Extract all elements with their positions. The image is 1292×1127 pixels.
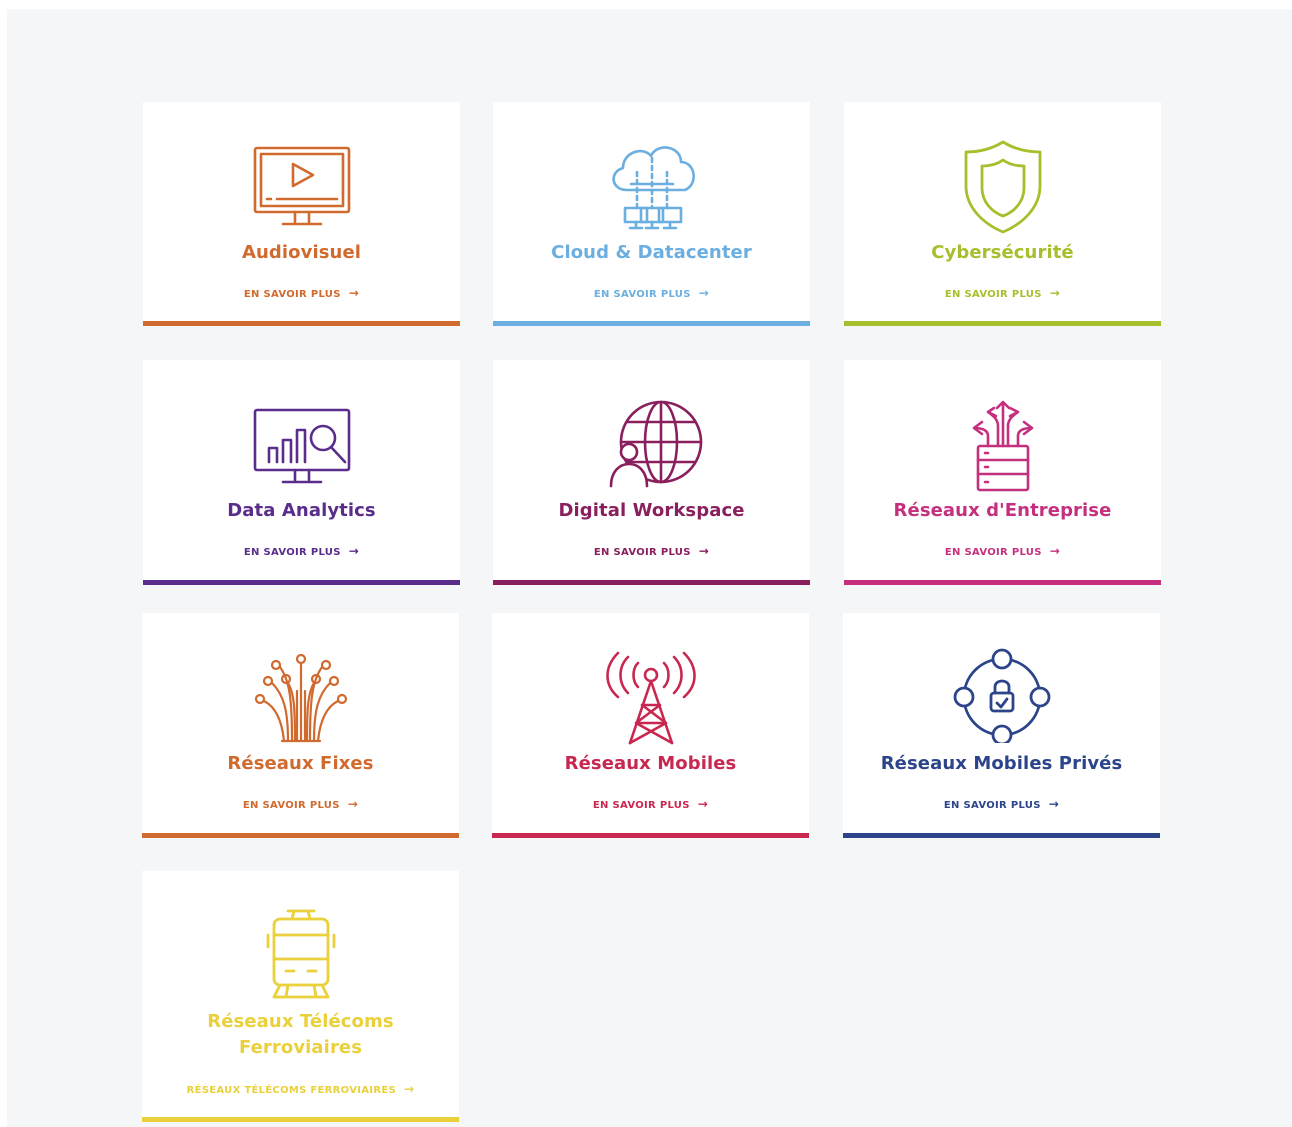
card-title: Réseaux Télécoms Ferroviaires <box>207 1011 394 1058</box>
globe-user-icon <box>597 398 707 494</box>
card-cybersecurite[interactable]: Cybersécurité EN SAVOIR PLUS → <box>844 102 1161 326</box>
learn-more-link[interactable]: EN SAVOIR PLUS → <box>493 544 810 558</box>
accent-bar <box>493 321 810 326</box>
arrow-right-icon: → <box>697 797 709 811</box>
arrow-right-icon: → <box>348 286 360 300</box>
learn-more-link[interactable]: EN SAVOIR PLUS → <box>492 797 809 811</box>
card-title: Réseaux Mobiles Privés <box>880 753 1123 774</box>
card-reseaux-mobiles[interactable]: Réseaux Mobiles EN SAVOIR PLUS → <box>492 613 809 838</box>
analytics-monitor-icon <box>247 400 357 496</box>
antenna-tower-icon <box>596 649 706 745</box>
tram-icon <box>246 905 356 1001</box>
card-digital-workspace[interactable]: Digital Workspace EN SAVOIR PLUS → <box>493 360 810 585</box>
fiber-optic-icon <box>246 651 356 747</box>
learn-more-link[interactable]: EN SAVOIR PLUS → <box>493 286 810 300</box>
accent-bar <box>493 580 810 585</box>
card-title: Réseaux Mobiles <box>564 753 737 774</box>
card-cloud-datacenter[interactable]: Cloud & Datacenter EN SAVOIR PLUS → <box>493 102 810 326</box>
accent-bar <box>142 1117 459 1122</box>
arrow-right-icon: → <box>1048 797 1060 811</box>
learn-more-link[interactable]: EN SAVOIR PLUS → <box>843 797 1160 811</box>
network-lock-icon <box>947 647 1057 743</box>
card-reseaux-entreprise[interactable]: Réseaux d'Entreprise EN SAVOIR PLUS → <box>844 360 1161 585</box>
card-title: Data Analytics <box>227 500 376 521</box>
card-reseaux-telecoms-ferroviaires[interactable]: Réseaux Télécoms Ferroviaires RÉSEAUX TÉ… <box>142 871 459 1122</box>
accent-bar <box>843 833 1160 838</box>
card-title: Réseaux Fixes <box>227 753 374 774</box>
card-title: Cybersécurité <box>931 242 1074 263</box>
card-title: Cloud & Datacenter <box>551 242 752 263</box>
server-arrows-icon <box>948 398 1058 494</box>
cloud-network-icon <box>597 138 707 234</box>
card-title: Audiovisuel <box>241 242 362 263</box>
accent-bar <box>492 833 809 838</box>
arrow-right-icon: → <box>348 544 360 558</box>
arrow-right-icon: → <box>403 1082 415 1096</box>
shield-icon <box>948 138 1058 234</box>
card-reseaux-mobiles-prives[interactable]: Réseaux Mobiles Privés EN SAVOIR PLUS → <box>843 613 1160 838</box>
monitor-play-icon <box>247 142 357 238</box>
accent-bar <box>844 321 1161 326</box>
arrow-right-icon: → <box>698 286 710 300</box>
card-audiovisuel[interactable]: Audiovisuel EN SAVOIR PLUS → <box>143 102 460 326</box>
accent-bar <box>143 580 460 585</box>
card-reseaux-fixes[interactable]: Réseaux Fixes EN SAVOIR PLUS → <box>142 613 459 838</box>
arrow-right-icon: → <box>1049 286 1061 300</box>
card-data-analytics[interactable]: Data Analytics EN SAVOIR PLUS → <box>143 360 460 585</box>
accent-bar <box>844 580 1161 585</box>
accent-bar <box>142 833 459 838</box>
learn-more-link[interactable]: EN SAVOIR PLUS → <box>143 286 460 300</box>
learn-more-link[interactable]: EN SAVOIR PLUS → <box>142 797 459 811</box>
arrow-right-icon: → <box>1049 544 1061 558</box>
learn-more-link[interactable]: RÉSEAUX TÉLÉCOMS FERROVIAIRES → <box>142 1082 459 1096</box>
card-title: Réseaux d'Entreprise <box>893 500 1112 521</box>
card-title: Digital Workspace <box>558 500 745 521</box>
arrow-right-icon: → <box>347 797 359 811</box>
accent-bar <box>143 321 460 326</box>
learn-more-link[interactable]: EN SAVOIR PLUS → <box>844 544 1161 558</box>
learn-more-link[interactable]: EN SAVOIR PLUS → <box>143 544 460 558</box>
learn-more-link[interactable]: EN SAVOIR PLUS → <box>844 286 1161 300</box>
arrow-right-icon: → <box>698 544 710 558</box>
